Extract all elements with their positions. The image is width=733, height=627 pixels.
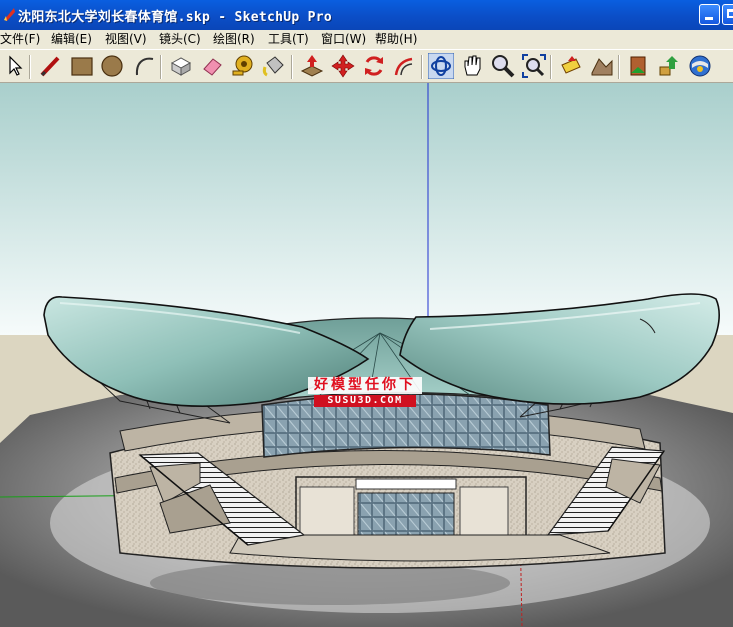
move-icon[interactable] <box>330 53 356 79</box>
zoom-icon[interactable] <box>490 53 516 79</box>
sky <box>0 83 733 335</box>
menu-camera[interactable]: 镜头(C) <box>159 31 201 47</box>
sketchup-app-icon[interactable] <box>2 6 16 22</box>
orbit-icon[interactable] <box>428 53 454 79</box>
watermark: 好模型任你下 SUSU3D.COM <box>308 377 422 407</box>
eraser-icon[interactable] <box>199 53 225 79</box>
share-model-icon[interactable] <box>656 53 682 79</box>
menu-view[interactable]: 视图(V) <box>105 31 147 47</box>
toolbar-separator <box>550 55 552 79</box>
drawing-viewport[interactable]: 好模型任你下 SUSU3D.COM <box>0 83 733 627</box>
pencil-icon[interactable] <box>38 53 64 79</box>
get-photo-texture-icon[interactable] <box>687 53 713 79</box>
name-plaque <box>355 478 457 490</box>
side-panel <box>299 486 355 538</box>
window-title: 沈阳东北大学刘长春体育馆.skp - SketchUp Pro <box>18 10 333 25</box>
select-icon[interactable] <box>2 53 28 79</box>
tape-measure-icon[interactable] <box>230 53 256 79</box>
toolbar-separator <box>291 55 293 79</box>
rotate-icon[interactable] <box>361 53 387 79</box>
menu-file[interactable]: 文件(F) <box>0 31 40 47</box>
menu-bar: 文件(F) 编辑(E) 视图(V) 镜头(C) 绘图(R) 工具(T) 窗口(W… <box>0 30 733 49</box>
title-bar: 沈阳东北大学刘长春体育馆.skp - SketchUp Pro <box>0 0 733 30</box>
zoom-extents-icon[interactable] <box>521 53 547 79</box>
watermark-site: SUSU3D.COM <box>314 395 416 407</box>
maximize-button[interactable] <box>722 4 733 25</box>
toolbar-separator <box>160 55 162 79</box>
menu-draw[interactable]: 绘图(R) <box>213 31 255 47</box>
push-pull-icon[interactable] <box>299 53 325 79</box>
toolbar-separator <box>421 55 423 79</box>
minimize-button[interactable] <box>699 4 720 25</box>
main-toolbar <box>0 49 733 83</box>
pan-icon[interactable] <box>459 53 485 79</box>
entrance-glass <box>357 492 455 540</box>
menu-help[interactable]: 帮助(H) <box>375 31 417 47</box>
toggle-terrain-icon[interactable] <box>589 53 615 79</box>
model-scene <box>0 83 733 627</box>
add-location-icon[interactable] <box>558 53 584 79</box>
make-component-icon[interactable] <box>168 53 194 79</box>
menu-edit[interactable]: 编辑(E) <box>51 31 92 47</box>
circle-icon[interactable] <box>99 53 125 79</box>
get-models-icon[interactable] <box>625 53 651 79</box>
side-panel <box>459 486 509 538</box>
rectangle-icon[interactable] <box>69 53 95 79</box>
toolbar-separator <box>29 55 31 79</box>
arc-icon[interactable] <box>131 53 157 79</box>
entrance-plaza <box>229 534 611 562</box>
menu-tools[interactable]: 工具(T) <box>268 31 309 47</box>
menu-window[interactable]: 窗口(W) <box>321 31 366 47</box>
offset-icon[interactable] <box>392 53 418 79</box>
toolbar-separator <box>618 55 620 79</box>
watermark-title: 好模型任你下 <box>308 377 422 394</box>
paint-bucket-icon[interactable] <box>261 53 287 79</box>
